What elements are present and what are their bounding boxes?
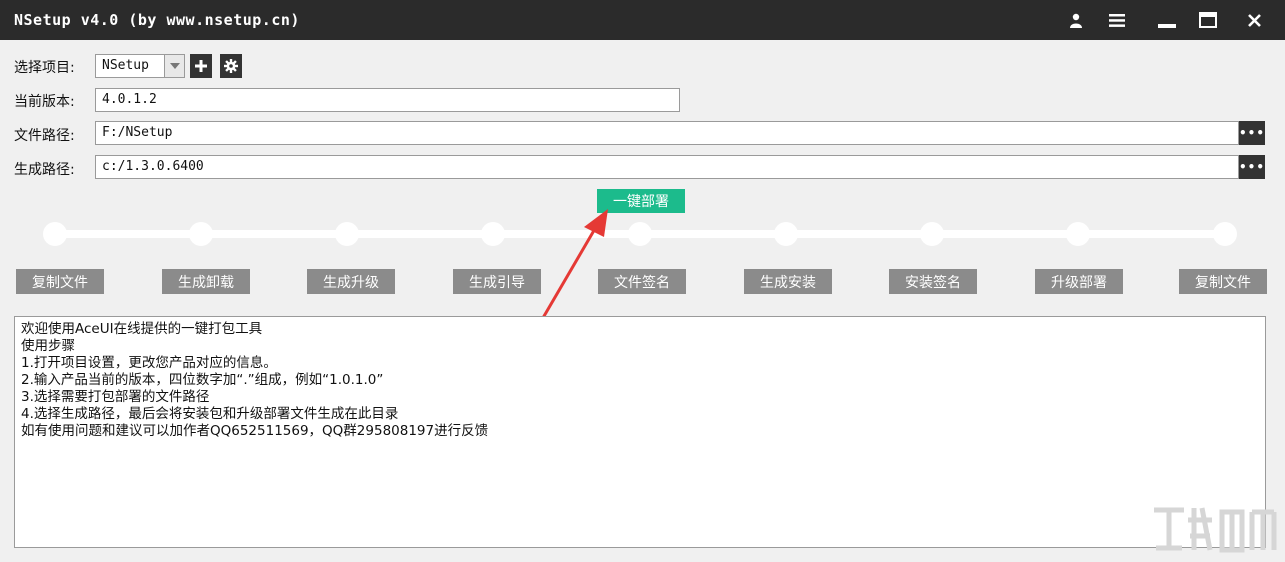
step-generate-installer[interactable]: 生成安装	[744, 269, 832, 294]
project-label: 选择项目:	[14, 60, 75, 76]
project-settings-button[interactable]	[220, 54, 242, 78]
user-icon[interactable]	[1064, 8, 1088, 32]
menu-icon[interactable]	[1105, 8, 1129, 32]
step-upgrade-deploy[interactable]: 升级部署	[1035, 269, 1123, 294]
progress-node	[189, 222, 213, 246]
plus-icon	[195, 60, 207, 72]
progress-node	[335, 222, 359, 246]
outpath-input[interactable]: c:/1.3.0.6400	[95, 155, 1239, 179]
version-label: 当前版本:	[14, 94, 75, 110]
progress-node	[920, 222, 944, 246]
progress-node	[628, 222, 652, 246]
minimize-icon[interactable]	[1155, 8, 1179, 32]
step-installer-sign[interactable]: 安装签名	[889, 269, 977, 294]
log-line: 4.选择生成路径，最后会将安装包和升级部署文件生成在此目录	[21, 406, 399, 422]
log-line: 1.打开项目设置，更改您产品对应的信息。	[21, 355, 277, 371]
log-line: 3.选择需要打包部署的文件路径	[21, 389, 210, 405]
annotation-arrow	[538, 209, 608, 324]
chevron-down-icon[interactable]	[165, 54, 185, 78]
step-copy-files-final[interactable]: 复制文件	[1179, 269, 1267, 294]
progress-node	[1213, 222, 1237, 246]
add-project-button[interactable]	[190, 54, 212, 78]
step-generate-bootstrap[interactable]: 生成引导	[453, 269, 541, 294]
maximize-icon[interactable]	[1196, 8, 1220, 32]
progress-node	[774, 222, 798, 246]
log-line: 欢迎使用AceUI在线提供的一键打包工具	[21, 321, 263, 337]
version-input[interactable]: 4.0.1.2	[95, 88, 680, 112]
filepath-input[interactable]: F:/NSetup	[95, 121, 1239, 145]
step-generate-uninstall[interactable]: 生成卸载	[162, 269, 250, 294]
project-select[interactable]: NSetup	[95, 54, 165, 78]
title-bar: NSetup v4.0 (by www.nsetup.cn)	[0, 0, 1285, 40]
log-line: 2.输入产品当前的版本，四位数字加“.”组成，例如“1.0.1.0”	[21, 372, 384, 388]
log-line: 如有使用问题和建议可以加作者QQ652511569，QQ群295808197进行…	[21, 423, 489, 439]
progress-node	[43, 222, 67, 246]
log-textarea[interactable]: 欢迎使用AceUI在线提供的一键打包工具 使用步骤 1.打开项目设置，更改您产品…	[14, 316, 1266, 548]
gear-icon	[224, 59, 238, 73]
browse-outpath-button[interactable]: •••	[1239, 155, 1265, 179]
step-generate-upgrade[interactable]: 生成升级	[307, 269, 395, 294]
step-copy-files[interactable]: 复制文件	[16, 269, 104, 294]
window-title: NSetup v4.0 (by www.nsetup.cn)	[14, 11, 300, 29]
close-icon[interactable]	[1242, 8, 1266, 32]
browse-filepath-button[interactable]: •••	[1239, 121, 1265, 145]
progress-node	[1066, 222, 1090, 246]
log-line: 使用步骤	[21, 338, 75, 354]
filepath-label: 文件路径:	[14, 128, 75, 144]
outpath-label: 生成路径:	[14, 162, 75, 178]
watermark-logo	[1154, 507, 1277, 553]
progress-node	[481, 222, 505, 246]
